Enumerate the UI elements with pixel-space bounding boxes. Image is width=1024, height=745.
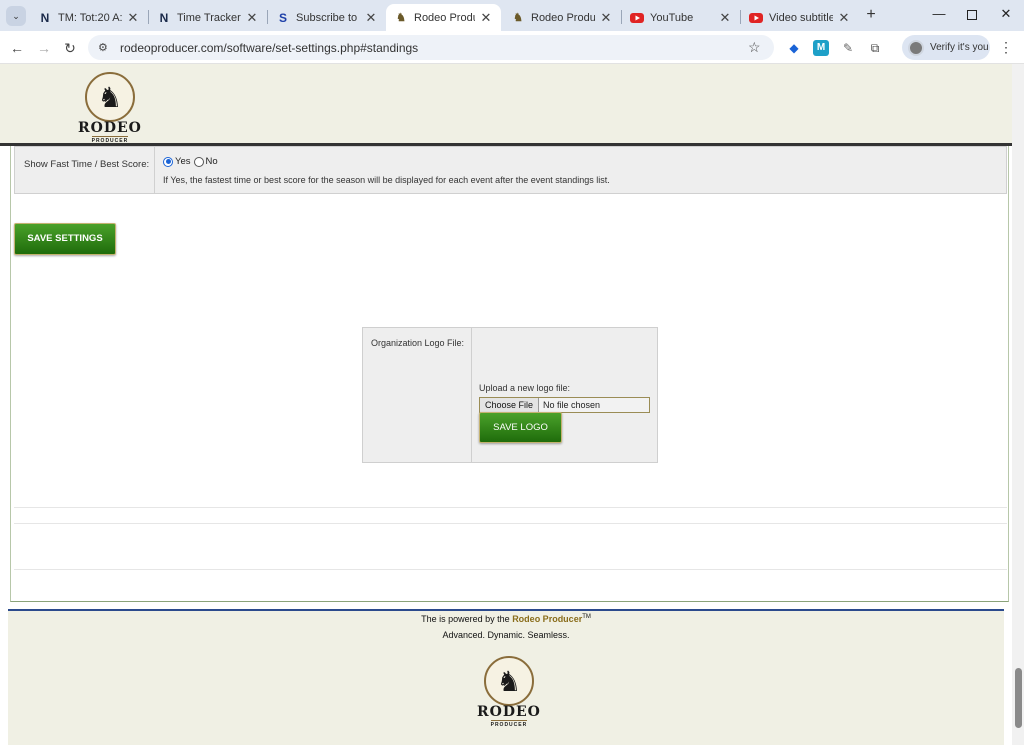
logo-upload-panel: Organization Logo File: Upload a new log…	[362, 327, 658, 463]
extension-eraser-icon[interactable]: ✎	[840, 40, 856, 56]
extension-m-icon[interactable]: M	[813, 40, 829, 56]
vertical-scrollbar[interactable]	[1012, 64, 1024, 745]
close-icon[interactable]: ✕	[599, 10, 613, 26]
logo-sub: PRODUCER	[490, 720, 528, 728]
tab-subscribe[interactable]: S Subscribe to Siri ✕	[268, 4, 386, 31]
back-arrow-icon[interactable]: ←	[7, 38, 27, 58]
settings-content: Show Fast Time / Best Score: Yes No If Y…	[10, 146, 1009, 602]
tab-search-button[interactable]: ⌄	[6, 6, 26, 26]
close-icon[interactable]: ✕	[718, 10, 732, 26]
tagline: Advanced. Dynamic. Seamless.	[442, 630, 570, 640]
tab-video-subtitles[interactable]: Video subtitles - ✕	[741, 4, 859, 31]
tab-tm[interactable]: N TM: Tot:20 A:1, E ✕	[30, 4, 148, 31]
tab-rodeo-producer-active[interactable]: ♞ Rodeo Producer ✕	[386, 4, 501, 31]
window-close-icon[interactable]: ✕	[997, 6, 1015, 24]
radio-no[interactable]	[193, 156, 204, 167]
powered-by-text: The is powered by the Rodeo ProducerTM	[8, 614, 1004, 624]
chevron-down-icon: ⌄	[12, 10, 20, 21]
tab-title: TM: Tot:20 A:1, E	[58, 11, 122, 24]
divider	[14, 507, 1007, 508]
close-icon[interactable]: ✕	[126, 10, 140, 26]
logo-word: RODEO	[477, 704, 541, 720]
youtube-icon	[749, 11, 763, 25]
avatar	[908, 39, 924, 56]
tab-title: Rodeo Producer	[414, 11, 475, 24]
s-logo-icon: S	[278, 10, 287, 25]
tab-title: Video subtitles -	[769, 11, 833, 24]
close-icon[interactable]: ✕	[245, 10, 259, 26]
radio-no-label[interactable]: No	[206, 156, 218, 167]
fast-time-options: Yes No	[163, 156, 218, 167]
divider	[14, 523, 1007, 524]
youtube-icon	[630, 11, 644, 25]
footer-logo[interactable]: ♞ RODEO PRODUCER	[477, 656, 541, 728]
reload-icon[interactable]: ↻	[60, 38, 80, 58]
tab-title: Subscribe to Siri	[296, 11, 360, 24]
setting-label: Show Fast Time / Best Score:	[15, 147, 155, 193]
site-info-icon[interactable]: ⚙	[98, 41, 112, 54]
logo-file-input[interactable]: Choose File No file chosen	[479, 397, 650, 413]
save-settings-button[interactable]: SAVE SETTINGS	[14, 223, 116, 255]
tab-time-tracker[interactable]: N Time Tracker ✕	[149, 4, 267, 31]
tab-strip: ⌄ N TM: Tot:20 A:1, E ✕ N Time Tracker ✕…	[0, 0, 1024, 31]
no-file-chosen-text: No file chosen	[543, 400, 601, 410]
tab-youtube[interactable]: YouTube ✕	[622, 4, 740, 31]
tab-rodeo-producer[interactable]: ♞ Rodeo Producer ✕	[503, 4, 621, 31]
brand-link[interactable]: Rodeo Producer	[512, 614, 582, 624]
setting-help-text: If Yes, the fastest time or best score f…	[163, 175, 610, 185]
extensions-puzzle-icon[interactable]: ⧉	[867, 40, 883, 56]
extension-tag-icon[interactable]: ◆	[786, 40, 802, 56]
horse-icon: ♞	[84, 72, 135, 122]
url-text[interactable]: rodeoproducer.com/software/set-settings.…	[120, 41, 748, 55]
setting-row-fast-time: Show Fast Time / Best Score: Yes No If Y…	[14, 146, 1007, 194]
save-logo-button[interactable]: SAVE LOGO	[479, 412, 562, 443]
forward-arrow-icon[interactable]: →	[34, 38, 54, 58]
logo-word: RODEO	[78, 120, 142, 136]
close-icon[interactable]: ✕	[364, 10, 378, 26]
tab-title: Rodeo Producer	[531, 11, 595, 24]
choose-file-button[interactable]: Choose File	[480, 398, 540, 412]
site-footer: The is powered by the Rodeo ProducerTM A…	[8, 609, 1004, 745]
powered-prefix: The is powered by the	[421, 614, 510, 624]
horse-icon: ♞	[483, 656, 534, 706]
more-menu-icon[interactable]: ⋮	[998, 40, 1014, 56]
close-icon[interactable]: ✕	[479, 10, 493, 26]
logo-sub: PRODUCER	[91, 136, 129, 144]
address-bar[interactable]: ⚙ rodeoproducer.com/software/set-setting…	[88, 35, 774, 60]
radio-yes[interactable]	[163, 156, 173, 167]
tab-title: Time Tracker	[177, 11, 241, 24]
tab-title: YouTube	[650, 11, 694, 24]
profile-button[interactable]: Verify it's you	[902, 35, 990, 60]
radio-yes-label[interactable]: Yes	[175, 156, 191, 167]
page-viewport: ♞ RODEO PRODUCER Show Fast Time / Best S…	[0, 64, 1024, 745]
divider	[14, 569, 1007, 570]
close-icon[interactable]: ✕	[837, 10, 851, 26]
bookmark-star-icon[interactable]: ☆	[748, 39, 764, 56]
new-tab-plus-icon[interactable]: +	[862, 6, 880, 24]
profile-label: Verify it's you	[930, 42, 989, 53]
upload-label: Upload a new logo file:	[479, 383, 571, 393]
minimize-icon[interactable]: —	[930, 6, 948, 24]
browser-toolbar: ← → ↻ ⚙ rodeoproducer.com/software/set-s…	[0, 31, 1024, 64]
logo-file-label: Organization Logo File:	[363, 328, 472, 462]
maximize-icon[interactable]	[963, 6, 981, 24]
notion-icon: N	[159, 10, 169, 25]
site-header: ♞ RODEO PRODUCER	[0, 64, 1012, 146]
horse-icon: ♞	[513, 12, 523, 24]
horse-icon: ♞	[396, 12, 406, 24]
notion-icon: N	[40, 10, 50, 25]
trademark: TM	[582, 614, 591, 620]
scrollbar-thumb[interactable]	[1015, 668, 1022, 728]
rodeo-producer-logo[interactable]: ♞ RODEO PRODUCER	[78, 72, 142, 144]
